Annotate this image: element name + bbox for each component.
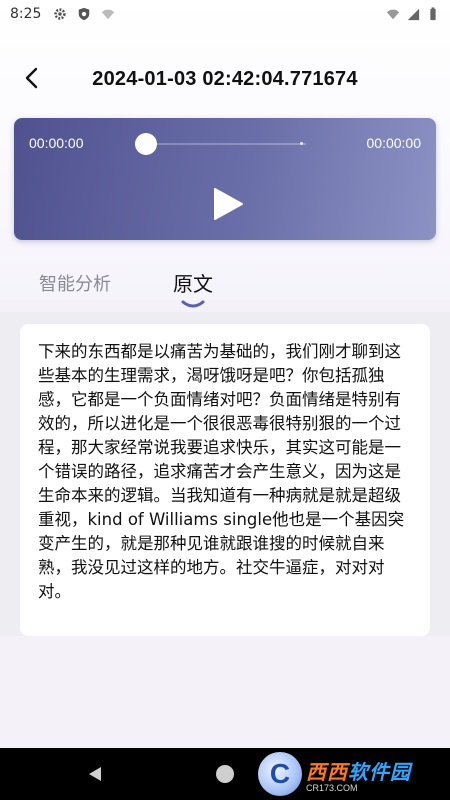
seek-slider-knob[interactable] (135, 133, 157, 155)
total-time: 00:00:00 (366, 135, 422, 151)
tab-bar: 智能分析 原文 (0, 262, 450, 310)
watermark-brand-part2: 软件园 (348, 759, 411, 784)
transcript-text: 下来的东西都是以痛苦为基础的，我们刚才聊到这些基本的生理需求，渴呀饿呀是吧？你包… (38, 342, 405, 601)
nav-home-icon[interactable] (216, 765, 234, 783)
status-bar: 8:25 (0, 0, 450, 28)
tab-smart-analysis[interactable]: 智能分析 (39, 270, 111, 296)
empty-area (0, 636, 450, 748)
header: 2024-01-03 02:42:04.771674 (0, 52, 450, 106)
watermark-brand: 西西软件园 (306, 756, 411, 785)
battery-icon (430, 7, 436, 21)
status-time: 8:25 (10, 6, 42, 22)
watermark-text: 西西软件园 CR173.COM (306, 756, 411, 793)
settings-gear-icon (54, 8, 67, 20)
current-time: 00:00:00 (29, 135, 84, 151)
active-tab-indicator (181, 300, 205, 308)
seek-track-end-dot (300, 142, 303, 145)
transcript-card: 下来的东西都是以痛苦为基础的，我们刚才聊到这些基本的生理需求，渴呀饿呀是吧？你包… (20, 324, 430, 636)
back-button[interactable] (16, 62, 48, 94)
wifi-off-icon (102, 9, 115, 20)
watermark-logo: C 西西软件园 CR173.COM (258, 752, 438, 796)
tab-original-text[interactable]: 原文 (173, 268, 213, 297)
wifi-icon (386, 9, 400, 20)
system-nav-bar: C 西西软件园 CR173.COM (0, 748, 450, 800)
shield-icon (79, 7, 90, 21)
watermark-brand-part1: 西西 (306, 759, 348, 784)
watermark-logo-icon: C (258, 752, 302, 796)
page-title: 2024-01-03 02:42:04.771674 (92, 67, 358, 90)
play-icon[interactable] (211, 186, 245, 222)
seek-track[interactable] (146, 143, 306, 145)
nav-back-icon[interactable] (86, 765, 104, 783)
audio-player: 00:00:00 00:00:00 (14, 118, 436, 240)
chevron-left-icon (25, 67, 38, 89)
signal-icon (407, 8, 420, 21)
watermark-site: CR173.COM (306, 782, 358, 793)
